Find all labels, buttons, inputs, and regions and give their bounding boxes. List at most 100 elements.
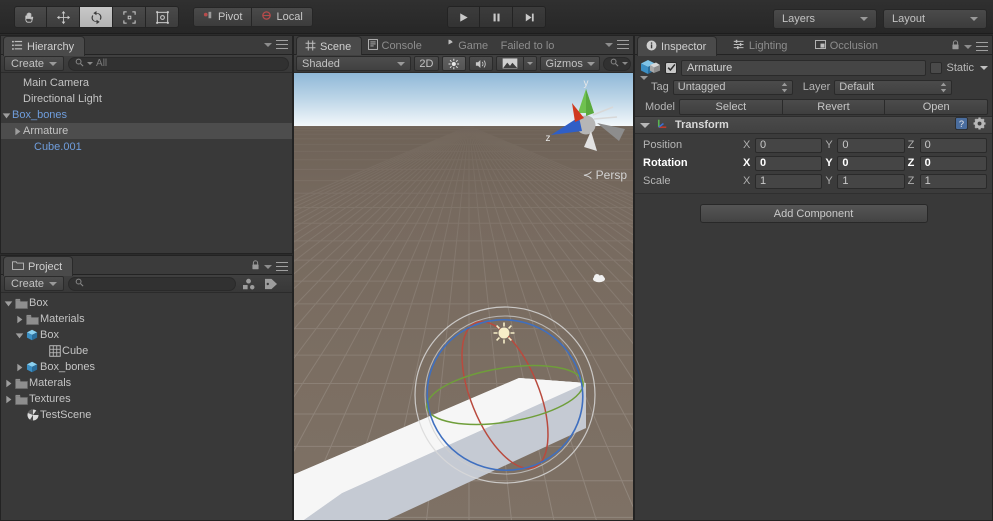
pivot-local-group: Pivot Local (193, 7, 313, 27)
object-active-checkbox[interactable] (665, 61, 677, 74)
project-item-materals[interactable]: Materals (1, 375, 292, 391)
foldout-open-icon[interactable] (1, 111, 12, 120)
tab-scene[interactable]: Scene (296, 36, 363, 56)
hierarchy-tree[interactable]: Main Camera Directional Light Box_bones Arm… (1, 73, 292, 155)
project-item-testscene[interactable]: TestScene (1, 407, 292, 423)
add-component-button[interactable]: Add Component (699, 204, 928, 223)
foldout-open-icon[interactable] (3, 299, 14, 308)
transform-scale-row: Scale X 1 Y 1 Z 1 (635, 172, 992, 190)
transform-position-z-field[interactable]: 0 (919, 137, 987, 153)
foldout-open-icon[interactable] (640, 122, 650, 128)
filter-by-type-button[interactable] (240, 276, 258, 291)
layers-dropdown[interactable]: Layers (773, 9, 877, 29)
hierarchy-item-box-bones[interactable]: Box_bones (1, 107, 292, 123)
toggle-scene-fx-button[interactable] (496, 56, 525, 71)
rect-tool-button[interactable] (146, 6, 179, 28)
panel-menu-icon (276, 40, 288, 49)
lock-icon[interactable] (951, 40, 960, 53)
foldout-closed-icon[interactable] (3, 395, 14, 404)
hierarchy-item-directional-light[interactable]: Directional Light (1, 91, 292, 107)
scene-viewport[interactable]: y z ≺ Persp (294, 73, 633, 520)
transform-scale-z-field[interactable]: 1 (919, 173, 987, 189)
toggle-audio-button[interactable] (468, 56, 494, 71)
project-tree[interactable]: Box Materials Box Cube Box_bones Materals Text… (1, 293, 292, 423)
project-search-input[interactable] (68, 276, 237, 291)
inspector-panel-menu[interactable] (951, 40, 988, 53)
hierarchy-item-main-camera[interactable]: Main Camera (1, 75, 292, 91)
toggle-2d-button[interactable]: 2D (413, 56, 440, 71)
foldout-closed-icon[interactable] (12, 127, 23, 136)
transform-position-y-field[interactable]: 0 (837, 137, 905, 153)
toggle-scene-lighting-button[interactable] (442, 56, 466, 71)
scene-panel-menu[interactable] (605, 40, 629, 49)
transform-rotation-y-field[interactable]: 0 (837, 155, 905, 171)
model-revert-button[interactable]: Revert (782, 98, 886, 115)
object-name-field[interactable]: Armature (681, 59, 927, 76)
tab-failed-to-lo[interactable]: Failed to lo (493, 36, 565, 55)
draw-mode-dropdown[interactable]: Shaded (296, 56, 411, 71)
scale-tool-button[interactable] (113, 6, 146, 28)
scene-search-input[interactable] (603, 56, 632, 71)
lock-icon[interactable] (251, 260, 260, 273)
chevron-down-icon[interactable] (980, 65, 988, 70)
hierarchy-item-armature[interactable]: Armature (1, 123, 292, 139)
foldout-closed-icon[interactable] (14, 363, 25, 372)
hierarchy-create-button[interactable]: Create (4, 56, 65, 71)
project-item-box[interactable]: Box (1, 327, 292, 343)
foldout-open-icon[interactable] (14, 331, 25, 340)
project-panel-menu[interactable] (251, 260, 288, 273)
filter-by-label-button[interactable] (262, 276, 280, 291)
tab-lighting[interactable]: Lighting (725, 36, 798, 55)
tab-project[interactable]: Project (3, 256, 74, 276)
hand-tool-button[interactable] (14, 6, 47, 28)
rotate-tool-button[interactable] (80, 6, 113, 28)
foldout-closed-icon[interactable] (14, 315, 25, 324)
layer-dropdown[interactable]: Default (834, 79, 953, 95)
help-icon[interactable]: ? (955, 117, 968, 133)
project-item-textures[interactable]: Textures (1, 391, 292, 407)
project-item-label: Cube (62, 345, 89, 357)
transform-component-header[interactable]: Transform ? (635, 116, 992, 134)
project-item-box-bones[interactable]: Box_bones (1, 359, 292, 375)
local-button[interactable]: Local (252, 7, 313, 27)
hierarchy-search-input[interactable]: All (68, 56, 289, 71)
camera-projection-label[interactable]: ≺ Persp (583, 168, 627, 182)
transform-position-x-field[interactable]: 0 (755, 137, 823, 153)
inspector-tabbar: Occlusion Lighting Inspector (635, 36, 992, 56)
transform-rotation-label: Rotation (643, 157, 688, 169)
tab-inspector[interactable]: Inspector (637, 36, 718, 56)
scene-orientation-gizmo[interactable]: y z (539, 77, 631, 169)
tab-occlusion[interactable]: Occlusion (807, 36, 888, 55)
model-open-button[interactable]: Open (885, 98, 989, 115)
pivot-label: Pivot (218, 11, 243, 23)
transform-scale-y-field[interactable]: 1 (837, 173, 905, 189)
project-item-cube[interactable]: Cube (1, 343, 292, 359)
tag-dropdown[interactable]: Untagged (672, 79, 793, 95)
project-create-button[interactable]: Create (4, 276, 65, 291)
static-checkbox[interactable] (930, 61, 943, 74)
prefab-cube-icon (639, 58, 661, 80)
gear-icon[interactable] (973, 117, 987, 134)
hierarchy-item-cube-001[interactable]: Cube.001 (1, 139, 292, 155)
model-select-button[interactable]: Select (679, 98, 783, 115)
pivot-button[interactable]: Pivot (193, 7, 253, 27)
scene-fx-dropdown[interactable] (524, 56, 538, 71)
tab-console[interactable]: Console (360, 36, 432, 55)
layout-dropdown[interactable]: Layout (883, 9, 987, 29)
tab-hierarchy[interactable]: Hierarchy (3, 36, 86, 56)
hierarchy-panel-menu[interactable] (264, 40, 288, 49)
static-toggle[interactable]: Static (930, 61, 988, 74)
pause-button[interactable] (480, 6, 513, 28)
foldout-closed-icon[interactable] (3, 379, 14, 388)
step-button[interactable] (513, 6, 546, 28)
project-item-materials[interactable]: Materials (1, 311, 292, 327)
gizmos-dropdown[interactable]: Gizmos (540, 56, 601, 71)
play-button[interactable] (447, 6, 480, 28)
tab-game[interactable]: Game (435, 36, 498, 55)
move-tool-button[interactable] (47, 6, 80, 28)
transform-rotation-x-field[interactable]: 0 (755, 155, 823, 171)
chevron-down-icon[interactable] (640, 75, 648, 80)
project-item-box[interactable]: Box (1, 295, 292, 311)
transform-rotation-z-field[interactable]: 0 (919, 155, 987, 171)
transform-scale-x-field[interactable]: 1 (755, 173, 823, 189)
